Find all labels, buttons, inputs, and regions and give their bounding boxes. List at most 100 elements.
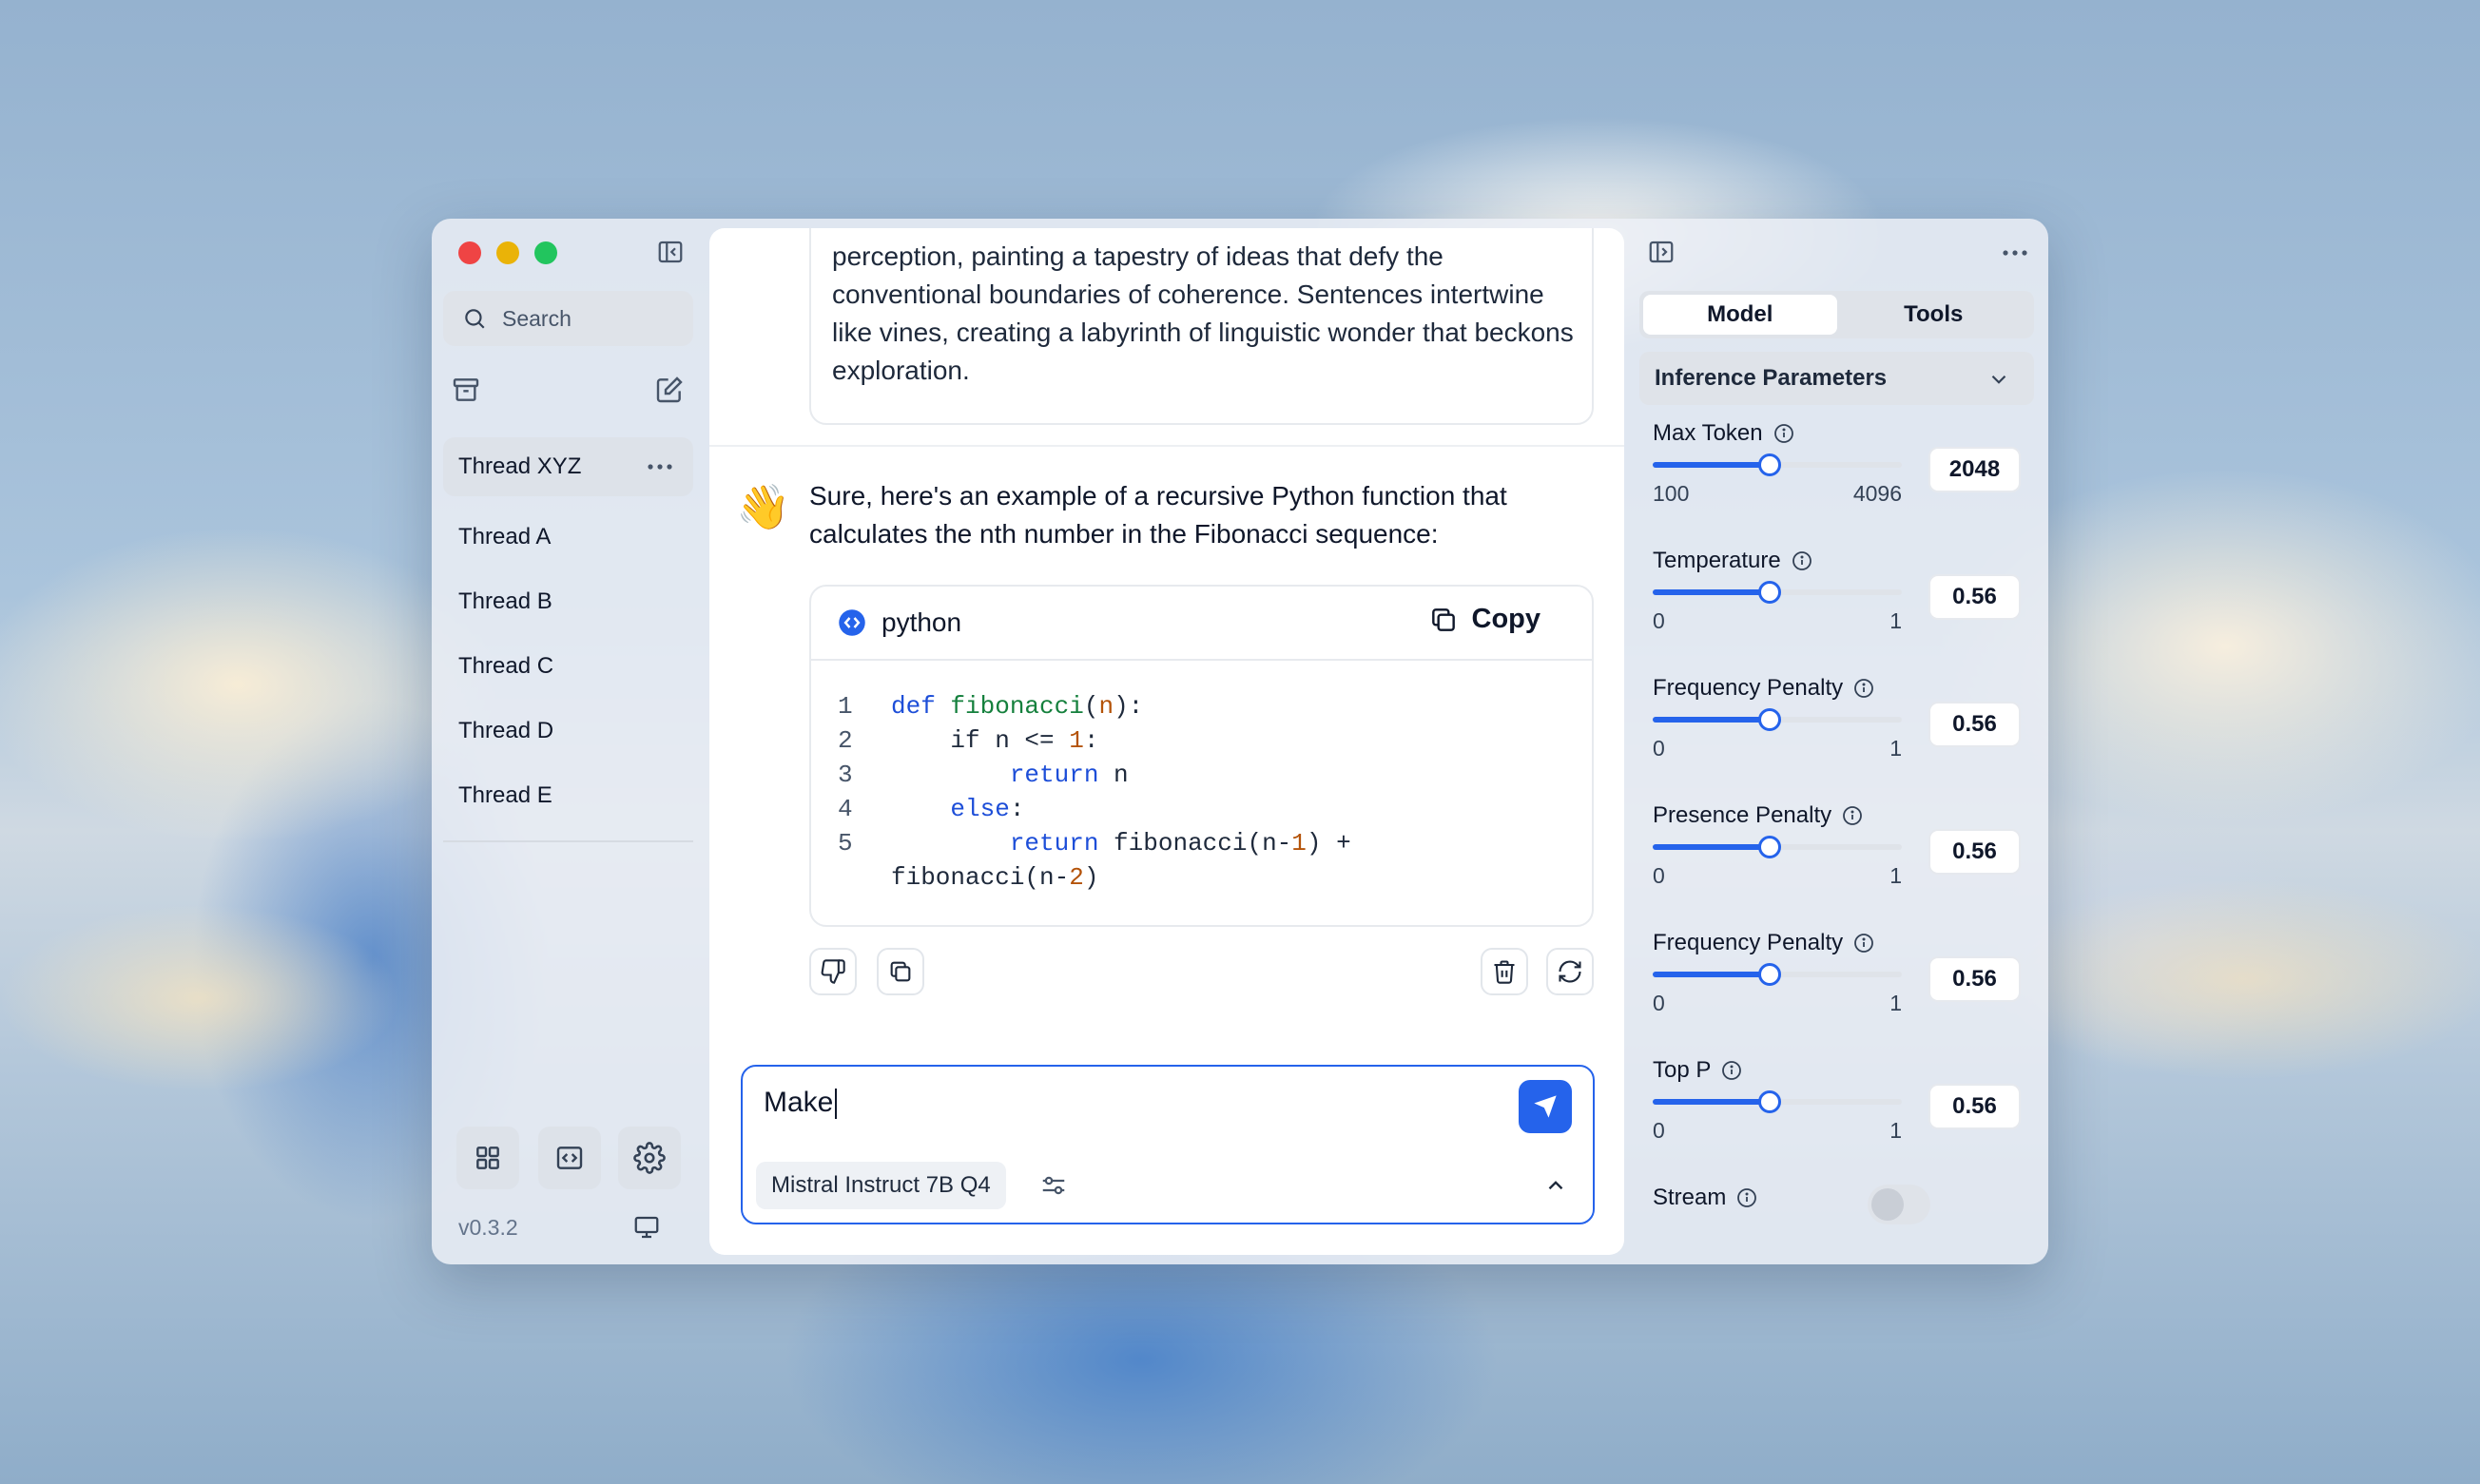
code-language: python: [882, 607, 962, 637]
gear-icon: [633, 1142, 666, 1174]
slider-thumb[interactable]: [1758, 453, 1782, 476]
delete-message-button[interactable]: [1481, 948, 1528, 995]
parameter-slider: Top P 0 1 0.56: [1653, 1057, 2033, 1181]
search-input[interactable]: [502, 305, 673, 332]
info-icon: [1852, 932, 1875, 954]
parameter-slider: Presence Penalty 0 1 0.56: [1653, 802, 2033, 926]
thread-item[interactable]: Thread B: [443, 572, 693, 631]
sliders-icon[interactable]: [1039, 1171, 1068, 1200]
chevron-down-icon: [1986, 367, 2011, 392]
slider-thumb[interactable]: [1758, 1090, 1782, 1113]
thread-item[interactable]: Thread E: [443, 766, 693, 825]
previous-message-bubble: abstraction. Words become brushstrokes o…: [809, 228, 1594, 425]
slider-thumb[interactable]: [1758, 836, 1782, 858]
collapse-sidebar-icon[interactable]: [656, 238, 685, 266]
close-window-button[interactable]: [458, 241, 481, 264]
slider-track[interactable]: [1653, 453, 1902, 476]
slider-max: 1: [1889, 736, 1902, 761]
copy-message-button[interactable]: [877, 948, 924, 995]
info-icon: [1773, 422, 1795, 445]
model-name: Mistral Instruct 7B Q4: [771, 1172, 991, 1198]
code-content: 1 def fibonacci(n): 2 if n <= 1: 3 return…: [838, 692, 1351, 892]
parameter-value-input[interactable]: 0.56: [1928, 1084, 2021, 1129]
slider-thumb[interactable]: [1758, 708, 1782, 731]
right-settings-panel: Model Tools Inference Parameters Max Tok…: [1624, 219, 2048, 1264]
refresh-icon: [1557, 958, 1583, 985]
slider-track[interactable]: [1653, 581, 1902, 604]
new-thread-edit-icon[interactable]: [654, 375, 685, 405]
slider-max: 1: [1889, 991, 1902, 1015]
settings-button[interactable]: [618, 1127, 681, 1189]
slider-max: 1: [1889, 608, 1902, 633]
archive-icon[interactable]: [451, 375, 481, 405]
thumbs-down-button[interactable]: [809, 948, 857, 995]
tab-tools[interactable]: Tools: [1837, 295, 2031, 335]
info-icon: [1735, 1186, 1758, 1209]
info-icon: [1791, 549, 1813, 572]
thread-item[interactable]: Thread D: [443, 702, 693, 761]
thread-label: Thread A: [458, 524, 552, 549]
code-language-icon: [838, 608, 866, 637]
info-icon: [1841, 804, 1864, 827]
regenerate-button[interactable]: [1546, 948, 1594, 995]
parameter-slider: Frequency Penalty 0 1 0.56: [1653, 930, 2033, 1053]
chat-area: abstraction. Words become brushstrokes o…: [709, 228, 1624, 1255]
minimize-window-button[interactable]: [496, 241, 519, 264]
copy-icon: [1428, 605, 1459, 635]
maximize-window-button[interactable]: [534, 241, 557, 264]
slider-track[interactable]: [1653, 708, 1902, 731]
monitor-icon[interactable]: [631, 1213, 662, 1242]
slider-fill: [1653, 462, 1771, 468]
toggle-knob: [1871, 1188, 1904, 1221]
slider-thumb[interactable]: [1758, 581, 1782, 604]
stream-label: Stream: [1653, 1185, 1727, 1210]
parameter-value-input[interactable]: 0.56: [1928, 702, 2021, 747]
search-box[interactable]: [443, 291, 693, 346]
copy-label: Copy: [1471, 604, 1541, 634]
app-window: Thread XYZ Thread A Thread B Thread C Th…: [432, 219, 2048, 1264]
slider-max: 4096: [1852, 481, 1902, 506]
parameter-value-input[interactable]: 0.56: [1928, 956, 2021, 1002]
thread-label: Thread C: [458, 653, 554, 679]
message-composer[interactable]: Make Mistral Instruct 7B Q4: [741, 1065, 1595, 1224]
stream-toggle[interactable]: [1868, 1185, 1930, 1224]
assistant-avatar: 👋: [736, 482, 791, 531]
code-button[interactable]: [538, 1127, 601, 1189]
slider-fill: [1653, 844, 1771, 850]
grid-button[interactable]: [456, 1127, 519, 1189]
message-input[interactable]: Make: [764, 1082, 838, 1124]
slider-min: 0: [1653, 1118, 1665, 1143]
slider-min: 0: [1653, 863, 1665, 888]
tab-model[interactable]: Model: [1643, 295, 1837, 335]
code-block: python Copy 1 def fibonacci(n): 2 if n <=…: [809, 585, 1594, 927]
inference-parameters-accordion[interactable]: Inference Parameters: [1639, 352, 2034, 405]
collapse-right-panel-icon[interactable]: [1647, 238, 1676, 266]
slider-fill: [1653, 1099, 1771, 1105]
thread-item[interactable]: Thread C: [443, 637, 693, 696]
copy-code-button[interactable]: Copy: [1428, 604, 1541, 635]
slider-fill: [1653, 972, 1771, 977]
model-selector[interactable]: Mistral Instruct 7B Q4: [756, 1162, 1006, 1209]
more-options-icon[interactable]: [2001, 243, 2029, 262]
more-options-icon[interactable]: [646, 454, 674, 479]
slider-track[interactable]: [1653, 1090, 1902, 1113]
info-icon: [1720, 1059, 1743, 1082]
send-button[interactable]: [1519, 1080, 1572, 1133]
parameter-slider: Max Token 100 4096 2048: [1653, 420, 2033, 544]
parameter-label: Top P: [1653, 1057, 1743, 1084]
parameter-value-input[interactable]: 0.56: [1928, 574, 2021, 620]
thread-item[interactable]: Thread XYZ: [443, 437, 693, 496]
panel-tabs: Model Tools: [1639, 291, 2034, 338]
thumbs-down-icon: [820, 958, 846, 985]
slider-thumb[interactable]: [1758, 963, 1782, 986]
app-version: v0.3.2: [458, 1215, 518, 1240]
parameter-value-input[interactable]: 2048: [1928, 447, 2021, 492]
slider-track[interactable]: [1653, 836, 1902, 858]
slider-max: 1: [1889, 1118, 1902, 1143]
parameter-value-input[interactable]: 0.56: [1928, 829, 2021, 875]
slider-track[interactable]: [1653, 963, 1902, 986]
thread-item[interactable]: Thread A: [443, 508, 693, 567]
chevron-up-icon[interactable]: [1543, 1173, 1568, 1198]
slider-min: 0: [1653, 608, 1665, 633]
search-icon: [462, 306, 487, 331]
